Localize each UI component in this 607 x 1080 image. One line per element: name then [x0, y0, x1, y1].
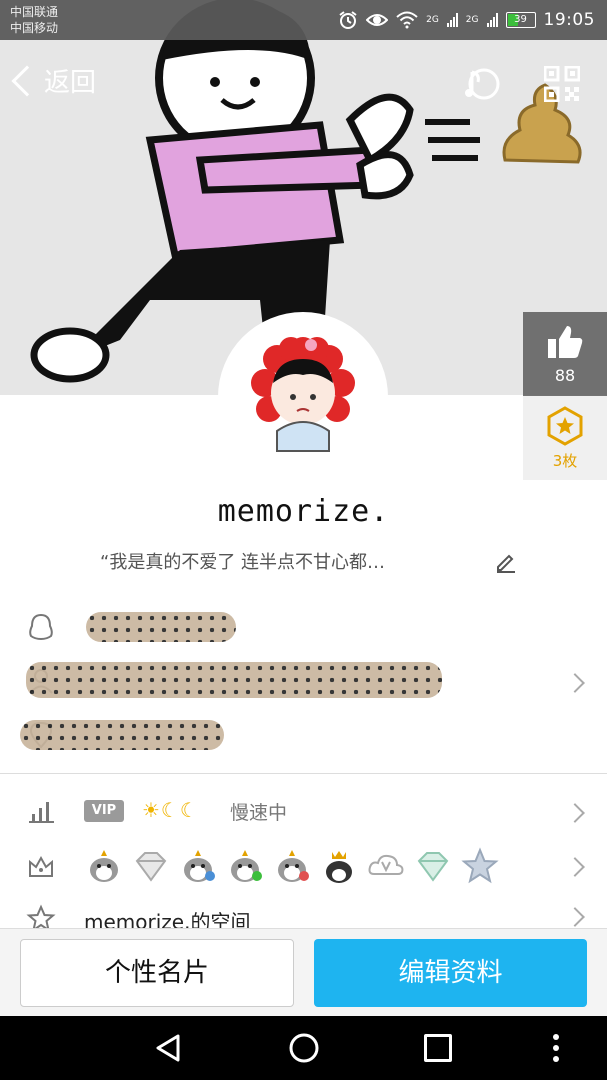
nav-menu-icon[interactable]	[550, 1032, 562, 1064]
nav-home-icon[interactable]	[288, 1032, 320, 1064]
diamond-badge	[135, 852, 167, 882]
speed-status: 慢速中	[230, 802, 288, 824]
clock: 19:05	[543, 10, 595, 30]
redacted-qq-number	[86, 612, 236, 642]
medal-icon	[547, 406, 583, 446]
battery-level: 39	[514, 14, 527, 25]
network-type-1: 2G	[426, 15, 439, 25]
eye-icon	[366, 14, 389, 26]
battery-icon: 39	[505, 12, 536, 28]
back-label: 返回	[44, 68, 97, 98]
medal-button[interactable]: 3枚	[523, 396, 607, 480]
carrier-1: 中国联通	[10, 5, 59, 19]
divider	[0, 773, 607, 774]
penguin-badge-3	[231, 850, 262, 882]
carrier-2: 中国移动	[10, 21, 59, 35]
badge-list	[84, 846, 500, 886]
vip-cloud-badge	[368, 854, 404, 875]
chevron-right-icon	[565, 907, 585, 927]
penguin-badge-5	[326, 851, 352, 883]
info-row-qq[interactable]	[0, 606, 607, 650]
qr-code-icon[interactable]	[544, 66, 580, 102]
network-type-2: 2G	[465, 15, 479, 25]
nav-recent-icon[interactable]	[424, 1034, 452, 1062]
penguin-badge-1	[90, 850, 118, 882]
level-glyphs: ☀☾☾	[142, 798, 199, 822]
redacted-location	[20, 720, 224, 750]
chevron-right-icon	[565, 803, 585, 823]
level-icon	[29, 802, 54, 823]
qq-penguin-icon	[29, 613, 53, 641]
signature-text[interactable]: “我是真的不爱了 连半点不甘心都…	[100, 548, 500, 574]
penguin-badge-4	[278, 850, 309, 882]
back-button[interactable]: 返回	[11, 62, 97, 99]
avatar-image	[251, 337, 355, 452]
star-badge	[461, 847, 499, 884]
status-bar: 中国联通 中国移动 2G 2G 39 19:05	[0, 0, 607, 40]
penguin-badge-2	[184, 850, 215, 882]
wifi-icon	[396, 11, 418, 29]
edit-profile-button[interactable]: 编辑资料	[314, 939, 587, 1007]
green-diamond-badge	[417, 852, 449, 882]
thumbs-up-icon	[548, 326, 583, 358]
info-row-location[interactable]	[0, 714, 607, 758]
redacted-personal-info	[26, 662, 442, 698]
carrier-info: 中国联通 中国移动	[10, 4, 58, 36]
vip-tag: VIP	[84, 800, 124, 822]
info-row-personal[interactable]	[0, 660, 607, 704]
chevron-right-icon	[565, 673, 585, 693]
like-count: 88	[554, 366, 576, 385]
like-button[interactable]: 88	[523, 312, 607, 396]
signal-icon-2	[486, 13, 498, 27]
action-bar: 个性名片 编辑资料	[0, 928, 607, 1016]
nickname: memorize.	[217, 494, 390, 529]
edit-pencil-icon[interactable]	[494, 550, 518, 574]
system-nav-bar	[0, 1016, 607, 1080]
avatar[interactable]	[237, 331, 369, 463]
crown-icon	[29, 855, 53, 877]
back-chevron-icon	[11, 64, 43, 97]
star-outline-icon	[26, 904, 56, 928]
chevron-right-icon	[565, 857, 585, 877]
medal-count: 3枚	[552, 452, 578, 470]
space-label: memorize.的空间	[84, 910, 251, 928]
alarm-icon	[339, 11, 357, 29]
music-icon[interactable]	[462, 64, 502, 104]
signal-icon	[446, 13, 458, 27]
top-nav: 返回	[0, 52, 607, 112]
status-icons: 2G 2G 39 19:05	[338, 6, 595, 34]
nav-back-icon[interactable]	[152, 1032, 184, 1064]
profile-card-button[interactable]: 个性名片	[20, 939, 294, 1007]
